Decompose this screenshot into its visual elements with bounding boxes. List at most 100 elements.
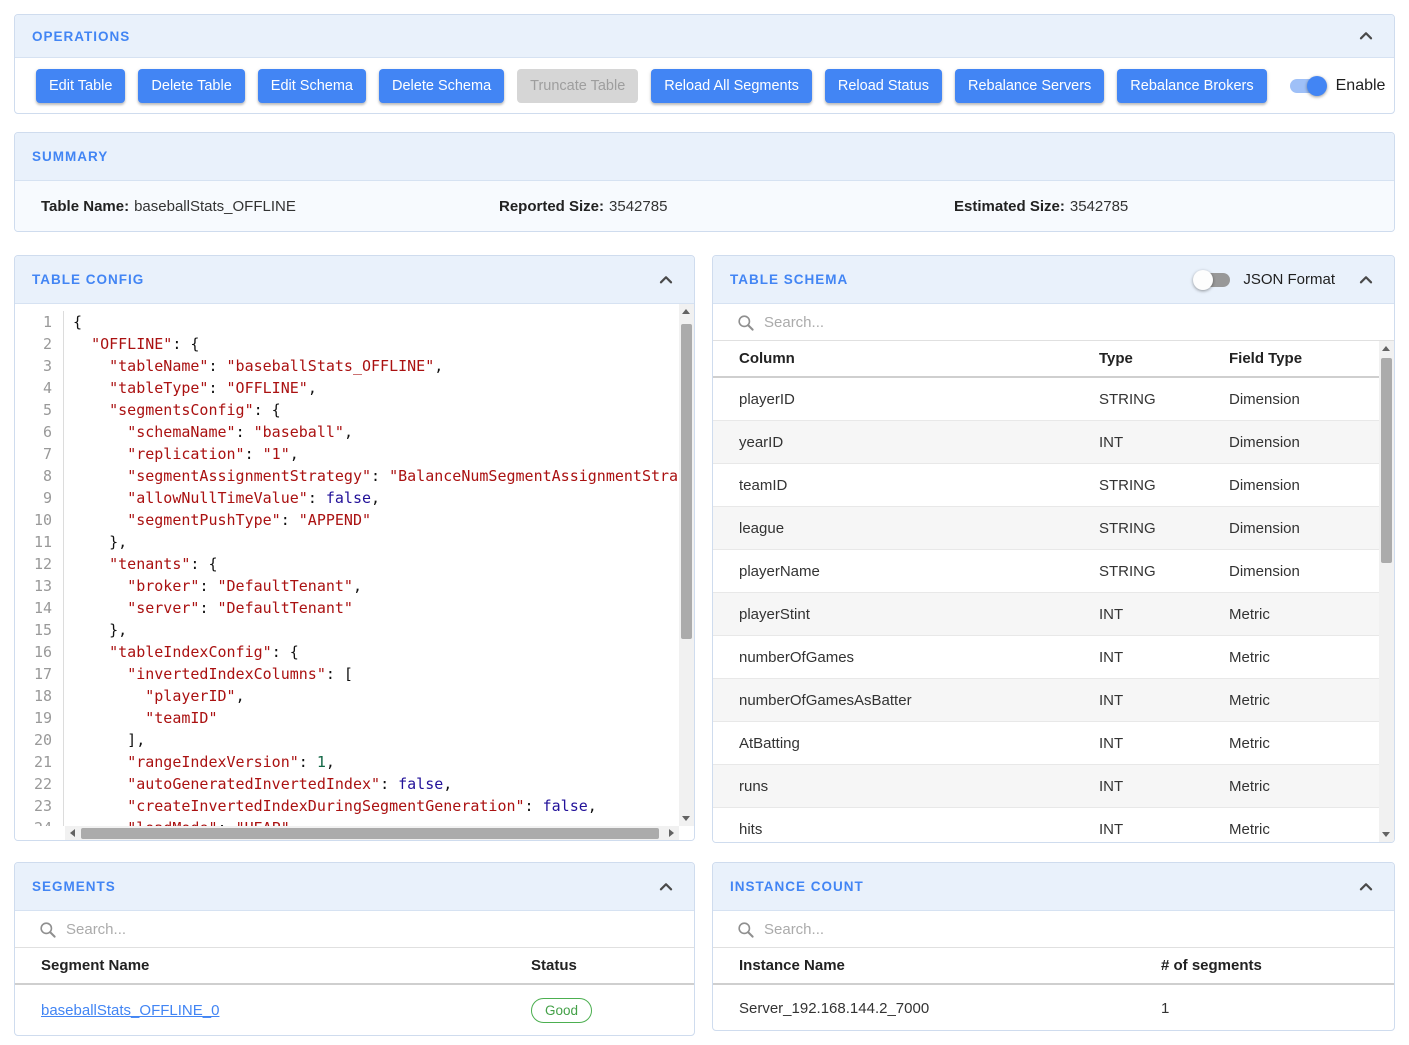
schema-cell-column: hits — [739, 821, 1099, 838]
editor-vertical-scrollbar[interactable] — [679, 304, 694, 826]
scroll-left-arrow-icon[interactable] — [70, 829, 75, 837]
code-text: "autoGeneratedInvertedIndex": false, — [64, 773, 452, 795]
code-token — [73, 797, 127, 815]
code-token — [73, 401, 109, 419]
code-text: "OFFLINE": { — [64, 333, 199, 355]
schema-cell-field-type: Dimension — [1229, 434, 1368, 451]
code-token: "tableIndexConfig" — [109, 643, 272, 661]
schema-cell-field-type: Dimension — [1229, 477, 1368, 494]
instance-row: Server_192.168.144.2_70001 — [713, 985, 1394, 1031]
code-text: "rangeIndexVersion": 1, — [64, 751, 335, 773]
line-number: 5 — [15, 399, 64, 421]
enable-toggle[interactable] — [1289, 76, 1325, 96]
code-token: }, — [73, 533, 127, 551]
code-token — [73, 379, 109, 397]
code-text: "segmentsConfig": { — [64, 399, 281, 421]
schema-table-header: Column Type Field Type — [713, 341, 1394, 378]
instance-count-collapse-chevron-icon[interactable] — [1355, 876, 1377, 898]
op-button-rebalance-brokers[interactable]: Rebalance Brokers — [1117, 69, 1266, 103]
op-button-reload-all-segments[interactable]: Reload All Segments — [651, 69, 812, 103]
instance-count-panel-header[interactable]: INSTANCE COUNT — [713, 863, 1394, 911]
code-token: "DefaultTenant" — [218, 577, 353, 595]
schema-col-header-field-type[interactable]: Field Type — [1229, 350, 1368, 367]
schema-table-row: yearIDINTDimension — [713, 421, 1394, 464]
code-token — [73, 665, 127, 683]
vertical-scroll-thumb[interactable] — [681, 324, 692, 639]
line-number: 16 — [15, 641, 64, 663]
schema-table-row: teamIDSTRINGDimension — [713, 464, 1394, 507]
code-token: 1 — [317, 753, 326, 771]
scroll-down-arrow-icon[interactable] — [1382, 832, 1390, 837]
line-number: 21 — [15, 751, 64, 773]
segments-panel-header[interactable]: SEGMENTS — [15, 863, 694, 911]
scroll-right-arrow-icon[interactable] — [669, 829, 674, 837]
table-config-title: TABLE CONFIG — [32, 272, 144, 287]
schema-col-header-column[interactable]: Column — [739, 350, 1099, 367]
operations-body: Edit Table Delete Table Edit Schema Delete … — [15, 58, 1394, 113]
op-button-edit-schema[interactable]: Edit Schema — [258, 69, 366, 103]
json-format-toggle[interactable] — [1195, 270, 1231, 290]
code-token — [73, 357, 109, 375]
operations-panel-header[interactable]: OPERATIONS — [15, 15, 1394, 58]
table-config-panel-header[interactable]: TABLE CONFIG — [15, 256, 694, 304]
code-token: "loadMode" — [127, 819, 217, 826]
op-button-rebalance-servers[interactable]: Rebalance Servers — [955, 69, 1104, 103]
code-token: "segmentPushType" — [127, 511, 281, 529]
op-button-reload-status[interactable]: Reload Status — [825, 69, 942, 103]
search-icon — [38, 920, 57, 939]
code-token: : { — [190, 555, 217, 573]
segments-collapse-chevron-icon[interactable] — [655, 876, 677, 898]
op-button-delete-schema[interactable]: Delete Schema — [379, 69, 504, 103]
op-button-edit-table[interactable]: Edit Table — [36, 69, 125, 103]
schema-table-row: runsINTMetric — [713, 765, 1394, 808]
instance-name-cell: Server_192.168.144.2_7000 — [739, 1000, 1161, 1017]
code-text: "createInvertedIndexDuringSegmentGenerat… — [64, 795, 597, 817]
segments-col-header-name[interactable]: Segment Name — [41, 957, 531, 974]
schema-cell-type: STRING — [1099, 477, 1229, 494]
summary-field-value: 3542785 — [1070, 198, 1128, 215]
operations-collapse-chevron-icon[interactable] — [1355, 25, 1377, 47]
line-number: 9 — [15, 487, 64, 509]
config-code-editor[interactable]: 1{2 "OFFLINE": {3 "tableName": "baseball… — [15, 304, 694, 841]
code-text: "segmentPushType": "APPEND" — [64, 509, 371, 531]
code-token: "DefaultTenant" — [218, 599, 353, 617]
op-button-delete-table[interactable]: Delete Table — [138, 69, 244, 103]
table-config-collapse-chevron-icon[interactable] — [655, 269, 677, 291]
table-config-panel: TABLE CONFIG 1{2 "OFFLINE": {3 "tableNam… — [14, 255, 695, 841]
schema-cell-column: runs — [739, 778, 1099, 795]
instances-col-header-name[interactable]: Instance Name — [739, 957, 1161, 974]
code-line: 6 "schemaName": "baseball", — [15, 421, 679, 443]
line-number: 7 — [15, 443, 64, 465]
code-token: : { — [254, 401, 281, 419]
horizontal-scroll-thumb[interactable] — [81, 828, 659, 839]
code-token: false — [326, 489, 371, 507]
table-schema-panel: TABLE SCHEMA JSON Format Column Type Fie… — [712, 255, 1395, 843]
code-line: 22 "autoGeneratedInvertedIndex": false, — [15, 773, 679, 795]
scroll-down-arrow-icon[interactable] — [682, 816, 690, 821]
code-line: 3 "tableName": "baseballStats_OFFLINE", — [15, 355, 679, 377]
code-token — [73, 599, 127, 617]
schema-col-header-type[interactable]: Type — [1099, 350, 1229, 367]
scroll-up-arrow-icon[interactable] — [1382, 346, 1390, 351]
vertical-scroll-thumb[interactable] — [1381, 358, 1392, 563]
summary-fields: Table Name:baseballStats_OFFLINEReported… — [15, 181, 1394, 231]
code-line: 17 "invertedIndexColumns": [ — [15, 663, 679, 685]
code-token — [73, 555, 109, 573]
instances-col-header-count[interactable]: # of segments — [1161, 957, 1368, 974]
schema-table-row: hitsINTMetric — [713, 808, 1394, 843]
segment-link[interactable]: baseballStats_OFFLINE_0 — [41, 1002, 219, 1019]
table-schema-panel-header[interactable]: TABLE SCHEMA JSON Format — [713, 256, 1394, 304]
instances-table-body: Server_192.168.144.2_70001 — [713, 985, 1394, 1031]
schema-vertical-scrollbar[interactable] — [1379, 341, 1394, 842]
table-schema-collapse-chevron-icon[interactable] — [1355, 269, 1377, 291]
segments-col-header-status[interactable]: Status — [531, 957, 668, 974]
schema-search-input[interactable] — [764, 314, 1394, 331]
scroll-up-arrow-icon[interactable] — [682, 309, 690, 314]
editor-horizontal-scrollbar[interactable] — [65, 826, 679, 841]
code-text: "invertedIndexColumns": [ — [64, 663, 353, 685]
segments-search-input[interactable] — [66, 921, 694, 938]
instances-search-input[interactable] — [764, 921, 1394, 938]
schema-cell-field-type: Metric — [1229, 606, 1368, 623]
line-number: 6 — [15, 421, 64, 443]
segment-row: baseballStats_OFFLINE_0Good — [15, 985, 694, 1035]
